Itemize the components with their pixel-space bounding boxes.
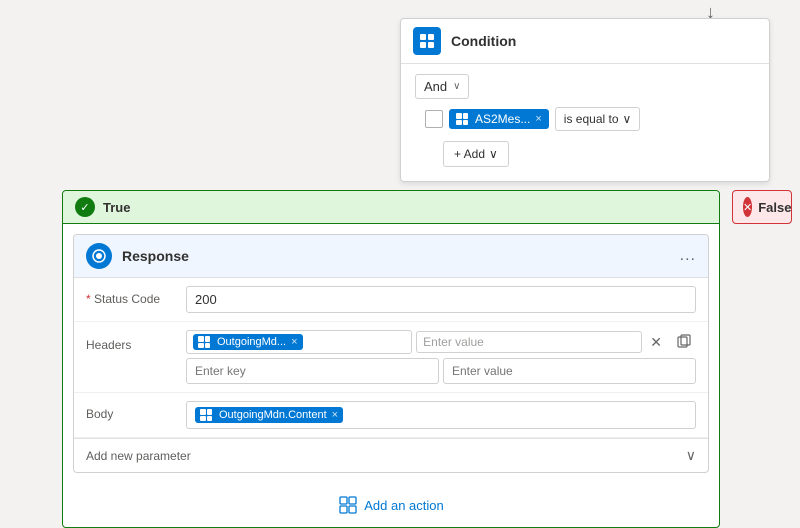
status-code-row: Status Code	[74, 278, 708, 322]
body-token-close[interactable]: ×	[332, 409, 338, 421]
add-param-chevron-icon[interactable]: ∨	[686, 447, 696, 464]
status-code-input[interactable]	[186, 286, 696, 313]
condition-block: Condition And ∨ AS2Mes... × is equal to …	[400, 18, 770, 182]
condition-row: AS2Mes... × is equal to ∨	[425, 107, 755, 131]
response-body: Status Code Headers	[74, 278, 708, 472]
delete-header-row-button[interactable]: ✕	[646, 332, 666, 353]
false-header: ✕ False	[732, 190, 792, 224]
add-param-row: Add new parameter ∨	[74, 438, 708, 472]
status-code-label: Status Code	[86, 286, 186, 306]
false-branch: ✕ False	[732, 190, 792, 528]
clone-header-row-button[interactable]	[672, 331, 696, 354]
true-branch: ✓ True Response ... Status Code	[62, 190, 720, 528]
header-row-2	[186, 358, 696, 384]
true-check-icon: ✓	[75, 197, 95, 217]
as2-token-chip[interactable]: AS2Mes... ×	[449, 109, 549, 129]
branches-container: ✓ True Response ... Status Code	[62, 190, 792, 528]
headers-value: OutgoingMd... × Enter value ✕	[186, 330, 696, 384]
condition-icon	[413, 27, 441, 55]
as2-chip-icon	[456, 113, 468, 125]
status-code-value	[186, 286, 696, 313]
and-chevron-icon: ∨	[453, 81, 460, 92]
false-label: False	[758, 200, 791, 215]
add-param-label: Add new parameter	[86, 449, 191, 463]
body-row: Body OutgoingMdn.Content ×	[74, 393, 708, 438]
body-value: OutgoingMdn.Content ×	[186, 401, 696, 429]
header-row-1: OutgoingMd... × Enter value ✕	[186, 330, 696, 354]
false-x-icon: ✕	[743, 197, 752, 217]
body-chip-icon	[200, 409, 212, 421]
more-options-button[interactable]: ...	[680, 247, 696, 265]
add-action-row[interactable]: Add an action	[63, 483, 719, 527]
header-key-input[interactable]	[186, 358, 439, 384]
header-token-close[interactable]: ×	[291, 336, 297, 348]
outgoing-md-token[interactable]: OutgoingMd... ×	[193, 334, 303, 350]
response-title: Response	[122, 248, 680, 264]
condition-header: Condition	[401, 19, 769, 64]
body-label: Body	[86, 401, 186, 421]
true-label: True	[103, 200, 130, 215]
is-equal-chevron-icon: ∨	[623, 112, 632, 126]
condition-checkbox[interactable]	[425, 110, 443, 128]
is-equal-to-dropdown[interactable]: is equal to ∨	[555, 107, 641, 131]
headers-grid: OutgoingMd... × Enter value ✕	[186, 330, 696, 384]
condition-title: Condition	[451, 33, 516, 49]
header-key-token-cell: OutgoingMd... ×	[186, 330, 412, 354]
add-chevron-icon: ∨	[489, 147, 498, 161]
true-header: ✓ True	[63, 191, 719, 224]
outgoing-chip-icon	[198, 336, 210, 348]
condition-body: And ∨ AS2Mes... × is equal to ∨ + Add ∨	[401, 64, 769, 181]
as2-chip-close[interactable]: ×	[535, 113, 541, 125]
response-header: Response ...	[74, 235, 708, 278]
add-action-icon	[338, 495, 358, 515]
headers-row: Headers OutgoingMd... ×	[74, 322, 708, 393]
body-token[interactable]: OutgoingMdn.Content ×	[195, 407, 343, 423]
response-icon	[86, 243, 112, 269]
and-dropdown[interactable]: And ∨	[415, 74, 469, 99]
header-val-input[interactable]	[443, 358, 696, 384]
response-card: Response ... Status Code Headers	[73, 234, 709, 473]
add-condition-button[interactable]: + Add ∨	[443, 141, 509, 167]
headers-label: Headers	[86, 330, 186, 352]
header-val-1[interactable]: Enter value	[416, 331, 642, 353]
body-token-cell: OutgoingMdn.Content ×	[186, 401, 696, 429]
